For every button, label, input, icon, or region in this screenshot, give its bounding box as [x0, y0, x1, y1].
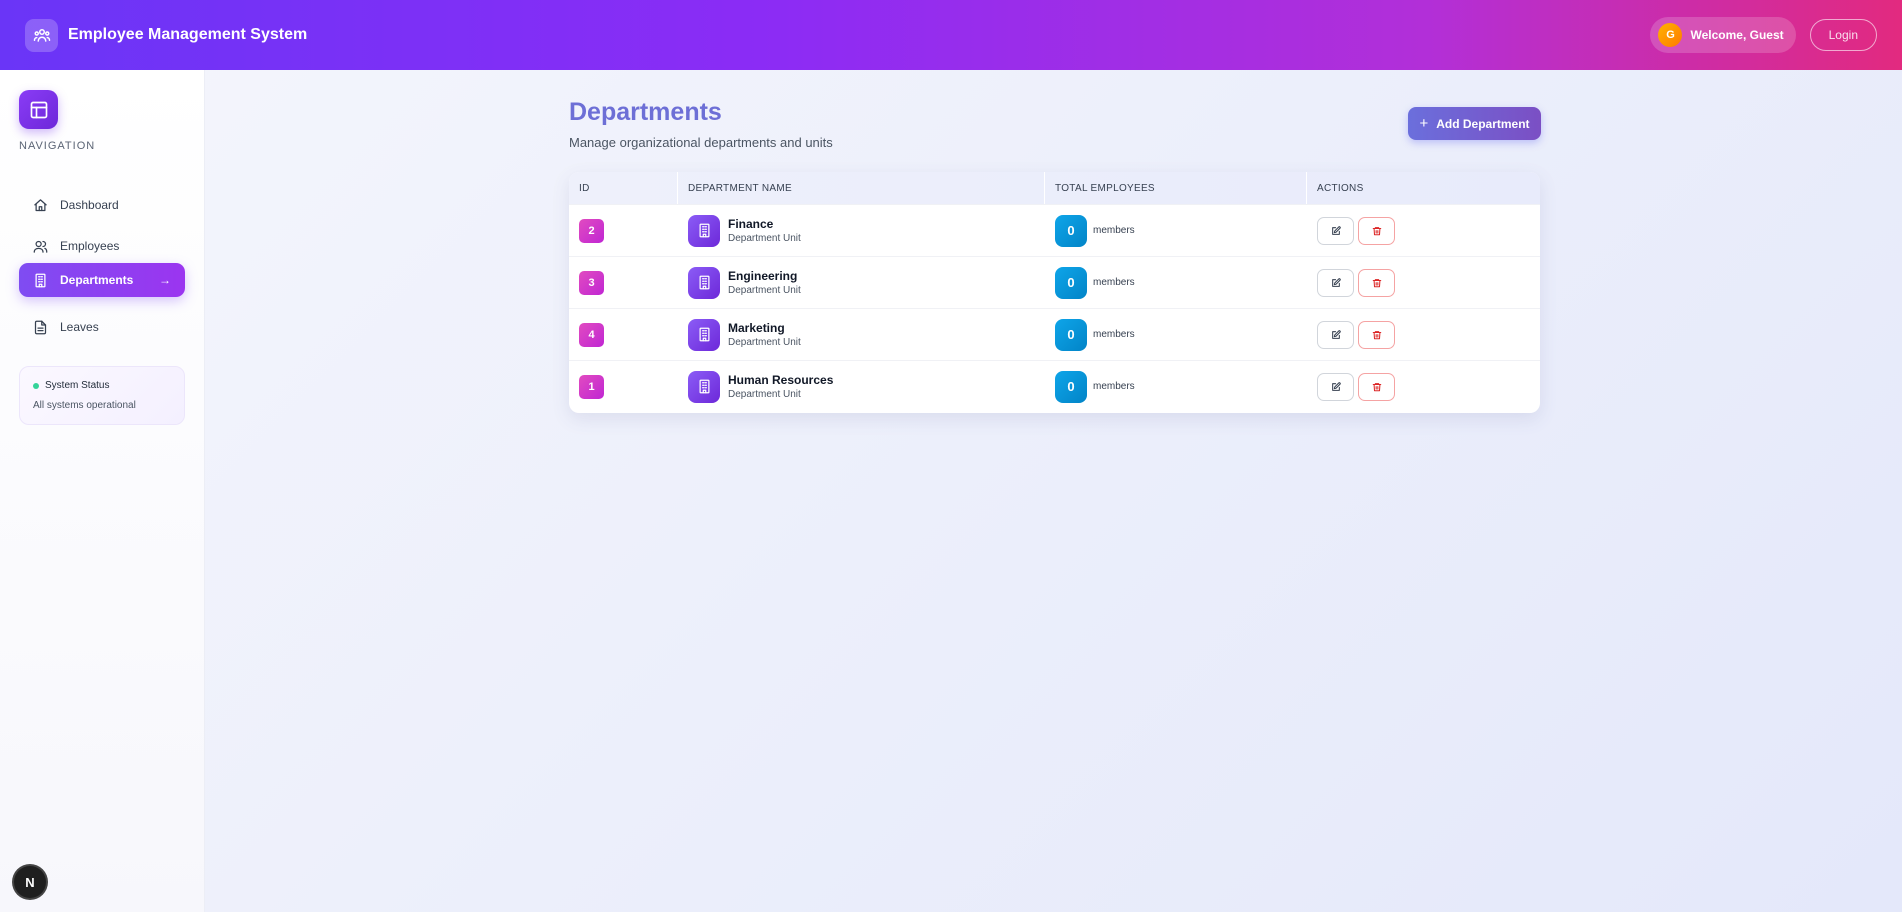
sidebar-item-leaves[interactable]: Leaves	[19, 310, 185, 344]
status-dot-icon	[33, 382, 39, 389]
edit-icon	[1331, 225, 1341, 235]
avatar: G	[1658, 23, 1683, 47]
sidebar-item-label: Departments	[60, 273, 134, 287]
id-badge: 1	[579, 374, 604, 399]
column-header-id: ID	[569, 172, 678, 204]
status-text: All systems operational	[33, 400, 136, 411]
id-badge: 4	[579, 322, 604, 347]
members-label: members	[1093, 277, 1135, 288]
brand[interactable]: Employee Management System	[25, 18, 308, 52]
building-icon	[688, 266, 720, 299]
table-row: 3 Engineering Department Unit 0 members	[569, 256, 1540, 308]
employee-count: 0	[1055, 214, 1087, 247]
arrow-right-icon: →	[159, 273, 171, 287]
sidebar-item-employees[interactable]: Employees	[19, 229, 185, 263]
delete-button[interactable]	[1358, 216, 1395, 245]
table-header: ID DEPARTMENT NAME TOTAL EMPLOYEES ACTIO…	[569, 172, 1540, 204]
sidebar-item-label: Employees	[60, 239, 120, 253]
members-label: members	[1093, 381, 1135, 392]
id-badge: 2	[579, 218, 604, 243]
table-row: 1 Human Resources Department Unit 0 memb…	[569, 360, 1540, 412]
department-name: Engineering	[728, 269, 798, 283]
edit-icon	[1331, 381, 1341, 391]
edit-button[interactable]	[1317, 372, 1354, 401]
delete-button[interactable]	[1358, 320, 1395, 349]
trash-icon	[1372, 382, 1381, 391]
building-icon	[688, 318, 720, 351]
nav-heading: NAVIGATION	[19, 140, 96, 152]
delete-button[interactable]	[1358, 268, 1395, 297]
dev-badge[interactable]: N	[14, 866, 46, 898]
layout-icon	[19, 90, 58, 129]
page-title: Departments	[569, 98, 722, 126]
plus-icon: +	[1419, 115, 1429, 132]
building-icon	[688, 370, 720, 403]
sidebar-item-label: Dashboard	[60, 198, 119, 212]
column-header-actions: ACTIONS	[1317, 182, 1364, 194]
trash-icon	[1372, 330, 1381, 339]
welcome-text: Welcome, Guest	[1690, 28, 1784, 42]
edit-button[interactable]	[1317, 268, 1354, 297]
building-icon	[35, 273, 46, 287]
sidebar-item-label: Leaves	[60, 320, 99, 334]
edit-icon	[1331, 277, 1341, 287]
sidebar: NAVIGATION Dashboard Employees Departmen…	[0, 70, 205, 912]
add-department-label: Add Department	[1436, 116, 1530, 131]
employee-count: 0	[1055, 370, 1087, 403]
department-sub: Department Unit	[728, 389, 801, 400]
edit-icon	[1331, 329, 1341, 339]
top-header: Employee Management System G Welcome, Gu…	[0, 0, 1902, 70]
employee-count: 0	[1055, 318, 1087, 351]
table-row: 2 Finance Department Unit 0 members	[569, 204, 1540, 256]
page-subtitle: Manage organizational departments and un…	[569, 135, 833, 150]
sidebar-item-departments[interactable]: Departments →	[19, 263, 185, 297]
members-label: members	[1093, 225, 1135, 236]
table-row: 4 Marketing Department Unit 0 members	[569, 308, 1540, 360]
building-icon	[688, 214, 720, 247]
members-label: members	[1093, 329, 1135, 340]
department-name: Human Resources	[728, 373, 834, 387]
user-menu[interactable]: G Welcome, Guest	[1650, 17, 1796, 53]
status-title: System Status	[45, 380, 110, 391]
id-badge: 3	[579, 270, 604, 295]
team-icon	[25, 18, 58, 52]
login-button[interactable]: Login	[1809, 19, 1877, 51]
delete-button[interactable]	[1358, 372, 1395, 401]
department-name: Finance	[728, 217, 774, 231]
add-department-button[interactable]: + Add Department	[1408, 107, 1541, 140]
edit-button[interactable]	[1317, 320, 1354, 349]
trash-icon	[1372, 226, 1381, 235]
department-name: Marketing	[728, 321, 785, 335]
system-status-card: System Status All systems operational	[19, 366, 185, 425]
trash-icon	[1372, 278, 1381, 287]
departments-table: ID DEPARTMENT NAME TOTAL EMPLOYEES ACTIO…	[569, 172, 1540, 413]
department-sub: Department Unit	[728, 285, 801, 296]
users-icon	[33, 240, 48, 253]
column-header-total: TOTAL EMPLOYEES	[1045, 172, 1307, 204]
edit-button[interactable]	[1317, 216, 1354, 245]
employee-count: 0	[1055, 266, 1087, 299]
sidebar-item-dashboard[interactable]: Dashboard	[19, 188, 185, 222]
app-title: Employee Management System	[68, 26, 308, 43]
document-icon	[34, 320, 47, 334]
department-sub: Department Unit	[728, 233, 801, 244]
department-sub: Department Unit	[728, 337, 801, 348]
home-icon	[34, 198, 47, 211]
column-header-name: DEPARTMENT NAME	[678, 172, 1045, 204]
